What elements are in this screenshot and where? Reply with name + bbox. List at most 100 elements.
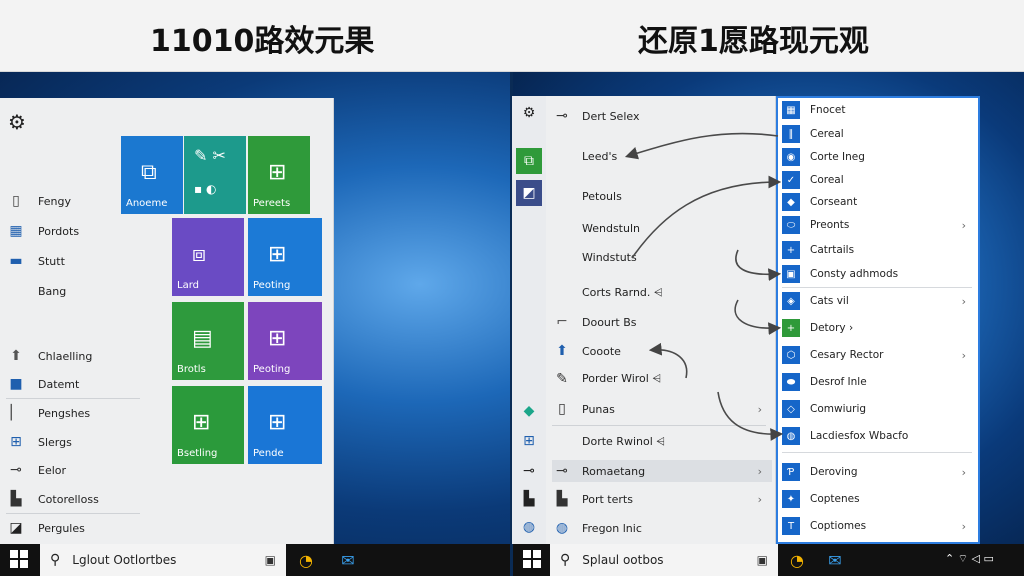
- windows-start-button[interactable]: [10, 550, 30, 570]
- blank-icon: [552, 432, 572, 452]
- right-menu-item-4[interactable]: Windstuts: [552, 246, 772, 268]
- left-menu-separator: [6, 513, 140, 514]
- right-menu-item-2[interactable]: Petouls: [552, 185, 772, 207]
- chart-icon: ▤: [192, 326, 213, 351]
- left-menu-item-pergules[interactable]: ◪ Pergules: [6, 516, 166, 540]
- square-icon: ▣: [782, 265, 800, 283]
- leaf-icon[interactable]: ◆: [516, 398, 542, 424]
- chevron-right-icon: ›: [961, 218, 966, 232]
- submenu-item-7[interactable]: ▣ Consty adhmods: [782, 263, 972, 285]
- system-tray-icons[interactable]: ⌃ ⌔ ◁ ▭: [945, 552, 994, 566]
- right-menu-item-6[interactable]: ⌐ Doourt Bs: [552, 311, 772, 333]
- tile-pende[interactable]: ⊞ Pende: [248, 386, 322, 464]
- arrow-up-icon: ⬆: [10, 348, 22, 364]
- gear-icon[interactable]: ⚙: [8, 110, 32, 134]
- submenu-item-3[interactable]: ✓ Coreal: [782, 169, 972, 191]
- left-menu-item-chlaelling[interactable]: ⬆ Chlaelling: [6, 344, 166, 368]
- blank-icon: [552, 283, 572, 303]
- submenu-item-13[interactable]: ◍ Lacdiesfox Wbacfo: [782, 425, 972, 447]
- tile-anoeme[interactable]: ⧉ Anoeme: [121, 136, 183, 214]
- right-menu-item-1[interactable]: Leed's: [552, 145, 772, 167]
- submenu-item-10[interactable]: ⬡ Cesary Rector ›: [782, 344, 972, 366]
- left-menu-item-stutt[interactable]: ▬ Stutt: [6, 249, 166, 273]
- photo-icon[interactable]: ◩: [516, 180, 542, 206]
- left-menu-item-cotorelloss[interactable]: ▙ Cotorelloss: [6, 487, 166, 511]
- tile-lard[interactable]: ⧈ Lard: [172, 218, 244, 296]
- submenu-item-4[interactable]: ◆ Corseant: [782, 191, 972, 213]
- submenu-item-5[interactable]: ⬭ Preonts ›: [782, 214, 972, 236]
- right-menu-item-0[interactable]: ⊸ Dert Selex: [552, 105, 772, 127]
- submenu-item-15[interactable]: ✦ Coptenes: [782, 488, 972, 510]
- left-taskbar: ⚲ Lglout Ootlortbes ▣ ◔ ✉: [0, 544, 510, 576]
- pulse-icon[interactable]: ⊸: [516, 458, 542, 484]
- left-menu-item-eelor[interactable]: ⊸ Eelor: [6, 458, 166, 482]
- submenu-item-1[interactable]: ∥ Cereal: [782, 123, 972, 145]
- tile-tools[interactable]: ✎ ✂ ▪ ◐: [184, 136, 246, 214]
- mail-icon[interactable]: ✉: [338, 550, 358, 570]
- chevron-right-icon: ›: [961, 348, 966, 362]
- tile-brotls[interactable]: ▤ Brotls: [172, 302, 244, 380]
- right-menu-item-11[interactable]: ⊸ Romaetang ›: [552, 460, 772, 482]
- chevron-right-icon: ›: [961, 519, 966, 533]
- browser-icon[interactable]: ◔: [787, 550, 807, 570]
- chevron-right-icon: ›: [757, 492, 762, 506]
- task-view-icon[interactable]: ▣: [265, 553, 276, 567]
- windows-start-button[interactable]: [523, 550, 543, 570]
- oval-icon: ⬬: [782, 373, 800, 391]
- dark-square-icon: ◪: [9, 520, 23, 536]
- grid-icon: ⊞: [10, 434, 22, 450]
- box-icon: ▙: [10, 491, 22, 507]
- submenu-item-14[interactable]: Ƥ Deroving ›: [782, 461, 972, 483]
- right-menu-separator: [552, 425, 766, 426]
- box-icon[interactable]: ▙: [516, 486, 542, 512]
- globe-icon: ◍: [555, 520, 569, 536]
- right-menu-item-8[interactable]: ✎ Porder Wirol ⩤: [552, 368, 772, 390]
- windows-icon: ⊞: [268, 410, 287, 435]
- left-menu-item-pengshes[interactable]: ▏ Pengshes: [6, 401, 166, 425]
- submenu-item-9[interactable]: + Detory ›: [782, 317, 972, 339]
- submenu-item-0[interactable]: ▦ Fnocet: [782, 99, 972, 121]
- tile-peoting-2[interactable]: ⊞ Peoting: [248, 302, 322, 380]
- taskbar-search-box[interactable]: ⚲ Lglout Ootlortbes ▣: [40, 544, 286, 576]
- right-menu-item-10[interactable]: Dorte Rwinol ⩤: [552, 431, 772, 453]
- title-bar: 11010路效元果 还原1愿路现元观: [0, 0, 1024, 72]
- blank-icon: [6, 281, 26, 301]
- check-icon: ✓: [782, 171, 800, 189]
- submenu-item-8[interactable]: ◈ Cats vil ›: [782, 290, 972, 312]
- app-icon[interactable]: ⧉: [516, 148, 542, 174]
- mail-icon[interactable]: ✉: [825, 550, 845, 570]
- tile-bsetling[interactable]: ⊞ Bsetling: [172, 386, 244, 464]
- submenu-item-6[interactable]: + Catrtails: [782, 239, 972, 261]
- left-menu-item-datemt[interactable]: ■ Datemt: [6, 372, 166, 396]
- browser-icon[interactable]: ◔: [296, 550, 316, 570]
- right-menu-item-5[interactable]: Corts Rarnd. ⩤: [552, 282, 772, 304]
- submenu-item-12[interactable]: ◇ Comwiurig: [782, 398, 972, 420]
- doc-icon: ▯: [558, 401, 566, 417]
- right-menu-item-3[interactable]: Wendstuln: [552, 217, 772, 239]
- globe-icon[interactable]: ◍: [516, 514, 542, 540]
- task-view-icon[interactable]: ▣: [757, 553, 768, 567]
- taskbar-search-box[interactable]: ⚲ Splaul ootbos ▣: [550, 544, 778, 576]
- gear-icon[interactable]: ⚙: [516, 100, 542, 126]
- submenu-item-2[interactable]: ◉ Corte Ineg: [782, 146, 972, 168]
- left-menu-item-slergs[interactable]: ⊞ Slergs: [6, 430, 166, 454]
- left-menu-item-bang[interactable]: Bang: [6, 279, 166, 303]
- submenu-item-11[interactable]: ⬬ Desrof Inle: [782, 371, 972, 393]
- blank-icon: [552, 218, 572, 238]
- submenu-item-16[interactable]: T Coptiomes ›: [782, 515, 972, 537]
- blank-icon: [552, 247, 572, 267]
- right-menu-item-7[interactable]: ⬆ Cooote: [552, 340, 772, 362]
- right-menu-item-12[interactable]: ▙ Port terts ›: [552, 488, 772, 510]
- right-taskbar: ⚲ Splaul ootbos ▣ ◔ ✉ ⌃ ⌔ ◁ ▭: [513, 544, 1024, 576]
- chevron-right-icon: ›: [757, 402, 762, 416]
- photo-icon: ⧈: [192, 242, 206, 267]
- right-menu-item-9[interactable]: ▯ Punas ›: [552, 398, 772, 420]
- box-icon: ▙: [556, 491, 568, 507]
- grid-icon: ▦: [782, 101, 800, 119]
- tile-pereets[interactable]: ⊞ Pereets: [248, 136, 310, 214]
- globe-icon: ◍: [782, 427, 800, 445]
- left-menu-item-pordots[interactable]: ▦ Pordots: [6, 219, 166, 243]
- right-menu-item-13[interactable]: ◍ Fregon lnic: [552, 517, 772, 539]
- tile-peoting[interactable]: ⊞ Peoting: [248, 218, 322, 296]
- grid-icon[interactable]: ⊞: [516, 428, 542, 454]
